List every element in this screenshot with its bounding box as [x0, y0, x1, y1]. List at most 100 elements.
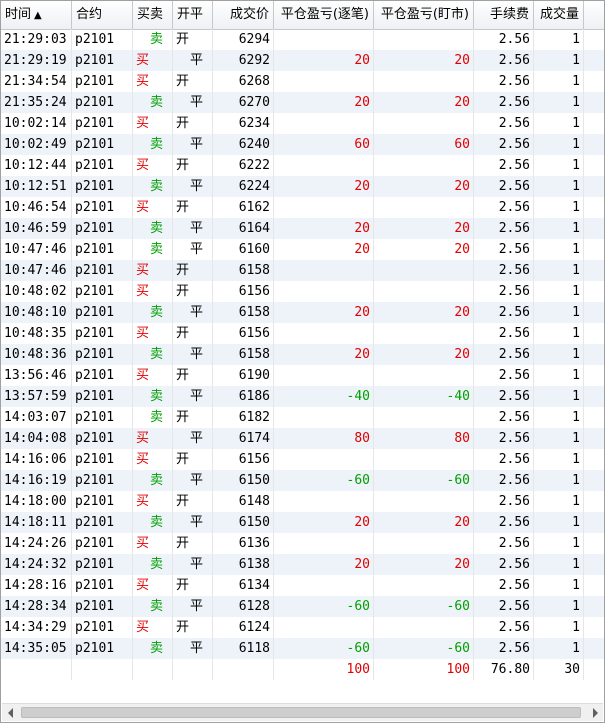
- cell-empty: [72, 659, 133, 680]
- col-header-contract[interactable]: 合约: [72, 1, 133, 29]
- cell-side: 买: [133, 50, 173, 71]
- cell-contract: p2101: [72, 638, 133, 659]
- table-row[interactable]: 10:46:59 p2101 卖平 6164 20 20 2.56 1: [1, 218, 604, 239]
- cell-filler: [584, 491, 604, 512]
- cell-fee: 2.56: [474, 197, 534, 218]
- col-header-time[interactable]: 时间 ▲: [1, 1, 72, 29]
- cell-open-close: 开: [173, 491, 213, 512]
- table-row[interactable]: 10:12:44 p2101 买开 6222 2.56 1: [1, 155, 604, 176]
- cell-filler: [584, 176, 604, 197]
- cell-contract: p2101: [72, 617, 133, 638]
- cell-price: 6150: [213, 470, 274, 491]
- col-header-pnl-trade[interactable]: 平仓盈亏(逐笔): [274, 1, 374, 29]
- cell-qty: 1: [534, 134, 584, 155]
- table-row[interactable]: 10:48:36 p2101 卖平 6158 20 20 2.56 1: [1, 344, 604, 365]
- table-row[interactable]: 21:34:54 p2101 买开 6268 2.56 1: [1, 71, 604, 92]
- table-row[interactable]: 14:34:29 p2101 买开 6124 2.56 1: [1, 617, 604, 638]
- cell-price: 6292: [213, 50, 274, 71]
- table-row[interactable]: 14:35:05 p2101 卖平 6118 -60 -60 2.56 1: [1, 638, 604, 659]
- scrollbar-thumb[interactable]: [21, 707, 581, 718]
- table-row[interactable]: 14:18:00 p2101 买开 6148 2.56 1: [1, 491, 604, 512]
- table-row[interactable]: 14:28:16 p2101 买开 6134 2.56 1: [1, 575, 604, 596]
- table-row[interactable]: 14:28:34 p2101 卖平 6128 -60 -60 2.56 1: [1, 596, 604, 617]
- table-row[interactable]: 10:47:46 p2101 卖平 6160 20 20 2.56 1: [1, 239, 604, 260]
- table-row[interactable]: 10:02:14 p2101 买开 6234 2.56 1: [1, 113, 604, 134]
- table-row[interactable]: 14:16:06 p2101 买开 6156 2.56 1: [1, 449, 604, 470]
- cell-time: 14:18:11: [1, 512, 72, 533]
- cell-side: 买: [133, 365, 173, 386]
- cell-filler: [584, 386, 604, 407]
- cell-filler: [584, 155, 604, 176]
- cell-filler: [584, 365, 604, 386]
- col-header-qty[interactable]: 成交量: [534, 1, 584, 29]
- table-row[interactable]: 10:48:35 p2101 买开 6156 2.56 1: [1, 323, 604, 344]
- cell-side: 买: [133, 113, 173, 134]
- cell-pnl-mtm: -60: [374, 470, 474, 491]
- cell-pnl-trade: 20: [274, 176, 374, 197]
- col-header-price[interactable]: 成交价: [213, 1, 274, 29]
- cell-side: 卖: [133, 134, 173, 155]
- cell-contract: p2101: [72, 92, 133, 113]
- table-row[interactable]: 10:46:54 p2101 买开 6162 2.56 1: [1, 197, 604, 218]
- cell-filler: [584, 134, 604, 155]
- cell-contract: p2101: [72, 470, 133, 491]
- sort-asc-icon: ▲: [34, 10, 42, 21]
- table-row[interactable]: 21:29:19 p2101 买平 6292 20 20 2.56 1: [1, 50, 604, 71]
- cell-pnl-mtm: [374, 197, 474, 218]
- table-row[interactable]: 10:47:46 p2101 买开 6158 2.56 1: [1, 260, 604, 281]
- cell-pnl-mtm: [374, 365, 474, 386]
- table-row[interactable]: 13:56:46 p2101 买开 6190 2.56 1: [1, 365, 604, 386]
- cell-contract: p2101: [72, 512, 133, 533]
- cell-contract: p2101: [72, 344, 133, 365]
- col-header-open-close[interactable]: 开平: [173, 1, 213, 29]
- cell-pnl-trade: [274, 71, 374, 92]
- table-row[interactable]: 14:18:11 p2101 卖平 6150 20 20 2.56 1: [1, 512, 604, 533]
- table-row[interactable]: 21:29:03 p2101 卖开 6294 2.56 1: [1, 29, 604, 50]
- table-row[interactable]: 14:24:32 p2101 卖平 6138 20 20 2.56 1: [1, 554, 604, 575]
- cell-pnl-mtm: -60: [374, 638, 474, 659]
- horizontal-scrollbar[interactable]: [2, 703, 603, 721]
- table-row[interactable]: 10:12:51 p2101 卖平 6224 20 20 2.56 1: [1, 176, 604, 197]
- cell-side: 买: [133, 575, 173, 596]
- cell-fee: 2.56: [474, 596, 534, 617]
- cell-fee: 2.56: [474, 29, 534, 50]
- cell-qty: 1: [534, 155, 584, 176]
- cell-side: 卖: [133, 386, 173, 407]
- table-row[interactable]: 21:35:24 p2101 卖平 6270 20 20 2.56 1: [1, 92, 604, 113]
- table-row[interactable]: 14:04:08 p2101 买平 6174 80 80 2.56 1: [1, 428, 604, 449]
- cell-time: 13:57:59: [1, 386, 72, 407]
- table-row[interactable]: 10:02:49 p2101 卖平 6240 60 60 2.56 1: [1, 134, 604, 155]
- cell-filler: [584, 323, 604, 344]
- table-row[interactable]: 10:48:10 p2101 卖平 6158 20 20 2.56 1: [1, 302, 604, 323]
- arrow-left-icon[interactable]: [2, 704, 19, 721]
- cell-contract: p2101: [72, 323, 133, 344]
- cell-contract: p2101: [72, 491, 133, 512]
- cell-contract: p2101: [72, 239, 133, 260]
- cell-pnl-mtm: [374, 617, 474, 638]
- cell-contract: p2101: [72, 50, 133, 71]
- cell-qty: 1: [534, 596, 584, 617]
- cell-fee: 2.56: [474, 302, 534, 323]
- col-header-pnl-mtm[interactable]: 平仓盈亏(盯市): [374, 1, 474, 29]
- cell-time: 14:35:05: [1, 638, 72, 659]
- cell-qty: 1: [534, 239, 584, 260]
- col-header-side[interactable]: 买卖: [133, 1, 173, 29]
- table-row[interactable]: 14:03:07 p2101 卖开 6182 2.56 1: [1, 407, 604, 428]
- table-row[interactable]: 14:24:26 p2101 买开 6136 2.56 1: [1, 533, 604, 554]
- cell-qty: 1: [534, 407, 584, 428]
- cell-pnl-trade: [274, 113, 374, 134]
- cell-time: 14:03:07: [1, 407, 72, 428]
- cell-fee: 2.56: [474, 365, 534, 386]
- cell-contract: p2101: [72, 134, 133, 155]
- cell-qty: 1: [534, 50, 584, 71]
- cell-pnl-trade: [274, 449, 374, 470]
- cell-qty: 1: [534, 197, 584, 218]
- col-header-fee[interactable]: 手续费: [474, 1, 534, 29]
- cell-qty: 1: [534, 323, 584, 344]
- cell-side: 买: [133, 617, 173, 638]
- table-row[interactable]: 14:16:19 p2101 卖平 6150 -60 -60 2.56 1: [1, 470, 604, 491]
- arrow-right-icon[interactable]: [586, 704, 603, 721]
- table-row[interactable]: 10:48:02 p2101 买开 6156 2.56 1: [1, 281, 604, 302]
- cell-side: 买: [133, 260, 173, 281]
- table-row[interactable]: 13:57:59 p2101 卖平 6186 -40 -40 2.56 1: [1, 386, 604, 407]
